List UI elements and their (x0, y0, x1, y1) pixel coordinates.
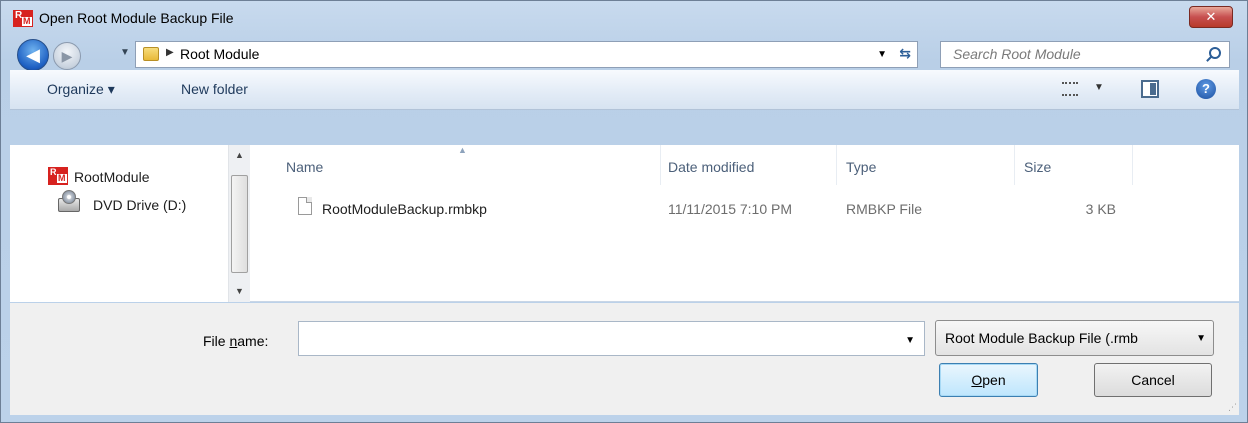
file-icon (298, 197, 312, 215)
size-cell: 3 KB (1085, 201, 1116, 217)
file-type-filter-value: Root Module Backup File (.rmb (945, 330, 1138, 346)
column-header-size[interactable]: Size (1024, 159, 1051, 175)
navigation-pane: RM RootModule DVD Drive (D:) ▲ ▼ (10, 145, 250, 302)
date-modified-cell: 11/11/2015 7:10 PM (668, 201, 793, 217)
dialog-footer: File name: ▼ Root Module Backup File (.r… (10, 303, 1239, 415)
type-cell: RMBKP File (846, 201, 922, 217)
rootmodule-logo-icon: RM (48, 167, 68, 185)
dvd-drive-icon (58, 190, 80, 212)
file-name-cell[interactable]: RootModuleBackup.rmbkp (322, 201, 487, 217)
search-icon[interactable] (1209, 47, 1221, 59)
folder-icon (143, 47, 159, 61)
rootmodule-logo-icon: RM (13, 10, 33, 27)
search-input[interactable]: Search Root Module (940, 41, 1230, 68)
organize-button[interactable]: Organize ▾ (47, 81, 115, 98)
address-dropdown-icon[interactable]: ▼ (877, 49, 887, 60)
browser-content: RM RootModule DVD Drive (D:) ▲ ▼ Name ▲ … (10, 145, 1239, 302)
file-type-dropdown-icon[interactable]: ▼ (1196, 333, 1206, 344)
forward-button[interactable]: ▶ (53, 42, 81, 70)
address-bar[interactable]: ▶ Root Module ▼ ⇆ (135, 41, 918, 68)
back-button[interactable]: ◀ (17, 39, 49, 71)
recent-pages-dropdown-icon[interactable]: ▼ (120, 47, 130, 58)
file-name-input[interactable]: ▼ (298, 321, 925, 356)
column-separator[interactable] (1014, 145, 1015, 185)
scroll-down-icon[interactable]: ▼ (235, 286, 244, 296)
new-folder-button[interactable]: New folder (181, 81, 248, 97)
sidebar-item-rootmodule[interactable]: RootModule (74, 169, 150, 185)
column-separator[interactable] (1132, 145, 1133, 185)
open-file-dialog: RM Open Root Module Backup File ✕ ◀ ▶ ▼ … (0, 0, 1248, 423)
resize-grip[interactable]: ⋰ (1228, 402, 1237, 413)
column-header-name[interactable]: Name (286, 159, 323, 175)
close-button[interactable]: ✕ (1189, 6, 1233, 28)
breadcrumb-chevron-icon[interactable]: ▶ (166, 47, 174, 58)
scroll-up-icon[interactable]: ▲ (235, 150, 244, 160)
file-list: Name ▲ Date modified Type Size RootModul… (250, 145, 1239, 302)
cancel-button[interactable]: Cancel (1094, 363, 1212, 397)
search-placeholder: Search Root Module (953, 46, 1081, 62)
view-options-dropdown-icon[interactable]: ▼ (1094, 82, 1104, 93)
column-header-type[interactable]: Type (846, 159, 876, 175)
column-separator[interactable] (836, 145, 837, 185)
navigation-scrollbar[interactable]: ▲ ▼ (228, 145, 250, 302)
column-separator[interactable] (660, 145, 661, 185)
preview-pane-icon[interactable] (1141, 80, 1159, 98)
breadcrumb-root-module[interactable]: Root Module (180, 46, 259, 62)
sort-ascending-icon: ▲ (458, 145, 467, 155)
file-name-dropdown-icon[interactable]: ▼ (905, 335, 915, 346)
change-view-icon[interactable] (1062, 82, 1078, 96)
file-name-label: File name: (203, 333, 269, 349)
open-button[interactable]: Open (939, 363, 1038, 397)
scroll-thumb[interactable] (231, 175, 248, 273)
sidebar-item-dvd-drive[interactable]: DVD Drive (D:) (93, 197, 186, 213)
title-bar: RM Open Root Module Backup File ✕ (1, 1, 1247, 35)
window-title: Open Root Module Backup File (39, 10, 234, 26)
column-header-date-modified[interactable]: Date modified (668, 159, 754, 175)
file-type-filter-select[interactable]: Root Module Backup File (.rmb ▼ (935, 320, 1214, 356)
refresh-icon[interactable]: ⇆ (899, 45, 911, 62)
help-icon[interactable]: ? (1196, 79, 1216, 99)
command-toolbar: Organize ▾ New folder ▼ ? (10, 70, 1239, 110)
